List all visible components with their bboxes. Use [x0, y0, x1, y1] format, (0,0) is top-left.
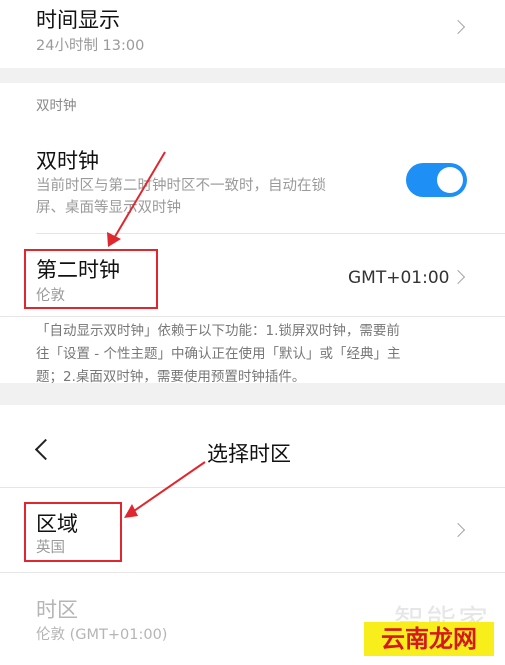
dual-clock-note: 「自动显示双时钟」依赖于以下功能：1.锁屏双时钟，需要前 往「设置 - 个性主题…	[36, 320, 482, 389]
timezone-subtitle: 伦敦 (GMT+01:00)	[36, 627, 168, 643]
section-gap	[0, 68, 505, 83]
dual-clock-desc-2: 屏、桌面等显示双时钟	[36, 200, 181, 216]
note-line-2: 往「设置 - 个性主题」中确认正在使用「默认」或「经典」主	[36, 346, 401, 362]
chevron-right-icon	[450, 522, 466, 538]
brand-logo: 云南龙网	[364, 622, 494, 656]
toggle-knob	[437, 167, 463, 193]
dual-clock-desc-1: 当前时区与第二时钟时区不一致时，自动在锁	[36, 178, 326, 194]
chevron-right-icon	[450, 19, 466, 35]
chevron-right-icon	[450, 269, 466, 285]
dual-clock-title: 双时钟	[36, 149, 99, 173]
time-display-subtitle: 24小时制 13:00	[36, 38, 145, 54]
note-line-1: 「自动显示双时钟」依赖于以下功能：1.锁屏双时钟，需要前	[36, 323, 400, 339]
second-clock-value: GMT+01:00	[348, 268, 450, 288]
annotation-box-region	[24, 502, 122, 562]
section-header: 双时钟	[36, 98, 77, 114]
time-display-row[interactable]: 时间显示 24小时制 13:00	[0, 0, 505, 68]
timezone-title: 时区	[36, 598, 78, 622]
annotation-box-second-clock	[24, 249, 158, 309]
dual-clock-toggle[interactable]	[406, 163, 467, 197]
time-display-title: 时间显示	[36, 8, 120, 32]
screenshot-gap	[0, 383, 505, 405]
timezone-page-title: 选择时区	[207, 442, 291, 466]
divider	[0, 316, 505, 317]
